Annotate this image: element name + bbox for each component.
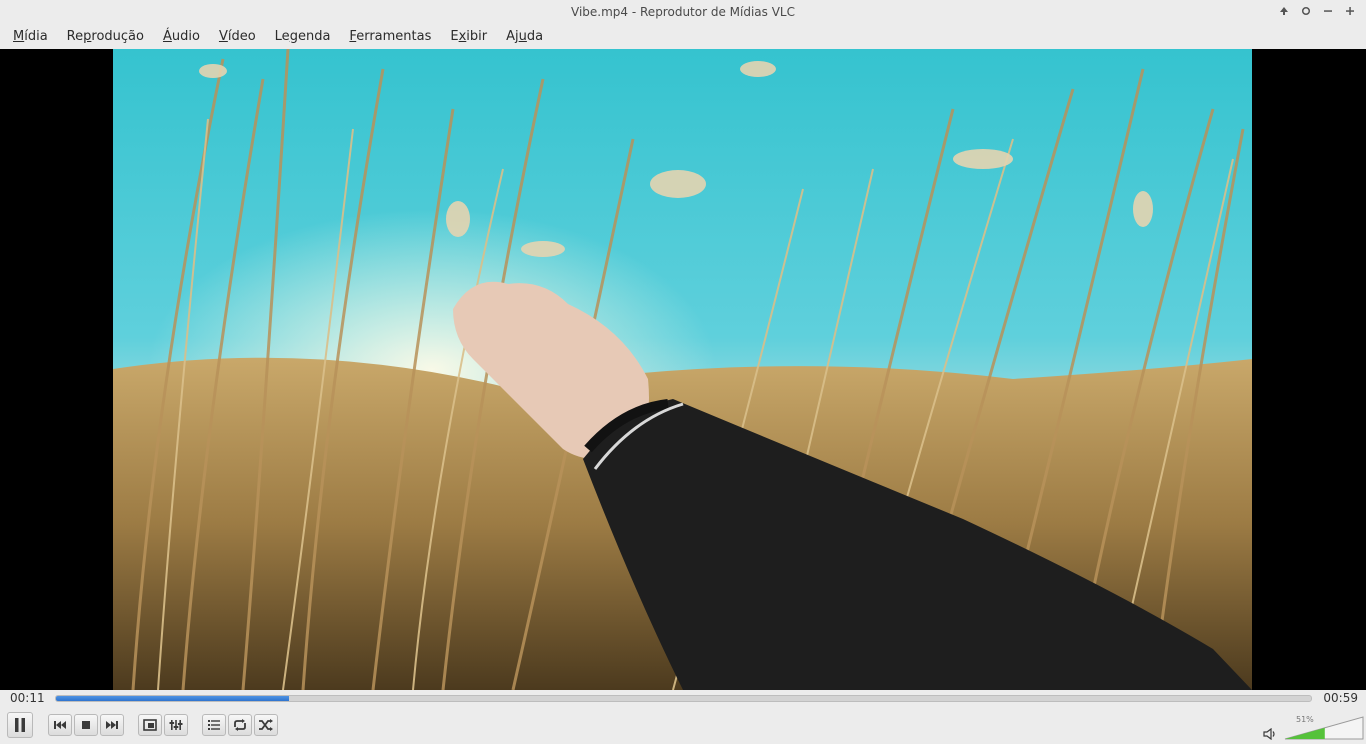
circle-icon[interactable] bbox=[1298, 3, 1314, 19]
fullscreen-button[interactable] bbox=[138, 714, 162, 736]
extended-settings-button[interactable] bbox=[164, 714, 188, 736]
loop-button[interactable] bbox=[228, 714, 252, 736]
menu-exibir[interactable]: Exibir bbox=[450, 29, 487, 44]
stop-button[interactable] bbox=[74, 714, 98, 736]
menu-ajuda[interactable]: Ajuda bbox=[506, 29, 543, 44]
elapsed-time: 00:11 bbox=[10, 691, 45, 705]
volume-icon[interactable] bbox=[1263, 725, 1277, 744]
menu-ferramentas[interactable]: Ferramentas bbox=[349, 29, 431, 44]
minimize-icon[interactable] bbox=[1320, 3, 1336, 19]
up-arrow-icon[interactable] bbox=[1276, 3, 1292, 19]
next-button[interactable] bbox=[100, 714, 124, 736]
seek-progress bbox=[56, 696, 290, 701]
maximize-icon[interactable] bbox=[1342, 3, 1358, 19]
control-bar: 51% bbox=[0, 708, 1366, 742]
fullscreen-icon bbox=[143, 719, 157, 731]
total-time: 00:59 bbox=[1323, 691, 1358, 705]
window-title: Vibe.mp4 - Reprodutor de Mídias VLC bbox=[571, 4, 795, 19]
pause-icon bbox=[15, 718, 25, 732]
loop-icon bbox=[234, 719, 246, 731]
skip-back-icon bbox=[54, 721, 66, 729]
equalizer-icon bbox=[169, 720, 183, 730]
playlist-button[interactable] bbox=[202, 714, 226, 736]
menu-legenda[interactable]: Legenda bbox=[275, 29, 331, 44]
video-image bbox=[113, 49, 1252, 690]
stop-icon bbox=[82, 721, 90, 729]
menu-bar: Mídia Reprodução Áudio Vídeo Legenda Fer… bbox=[0, 23, 1366, 49]
seek-row: 00:11 00:59 bbox=[0, 690, 1366, 708]
menu-midia[interactable]: Mídia bbox=[13, 29, 48, 44]
menu-reproducao[interactable]: Reprodução bbox=[67, 29, 144, 44]
menu-audio[interactable]: Áudio bbox=[163, 29, 200, 44]
title-bar: Vibe.mp4 - Reprodutor de Mídias VLC bbox=[0, 0, 1366, 23]
shuffle-button[interactable] bbox=[254, 714, 278, 736]
volume-slider[interactable] bbox=[1284, 716, 1364, 740]
video-area[interactable] bbox=[0, 49, 1366, 690]
playlist-icon bbox=[208, 720, 220, 730]
window-controls bbox=[1276, 3, 1358, 19]
menu-video[interactable]: Vídeo bbox=[219, 29, 256, 44]
seek-slider[interactable] bbox=[55, 695, 1312, 702]
shuffle-icon bbox=[259, 719, 273, 731]
video-frame[interactable] bbox=[113, 49, 1252, 690]
pause-button[interactable] bbox=[7, 712, 33, 738]
previous-button[interactable] bbox=[48, 714, 72, 736]
skip-forward-icon bbox=[106, 721, 118, 729]
